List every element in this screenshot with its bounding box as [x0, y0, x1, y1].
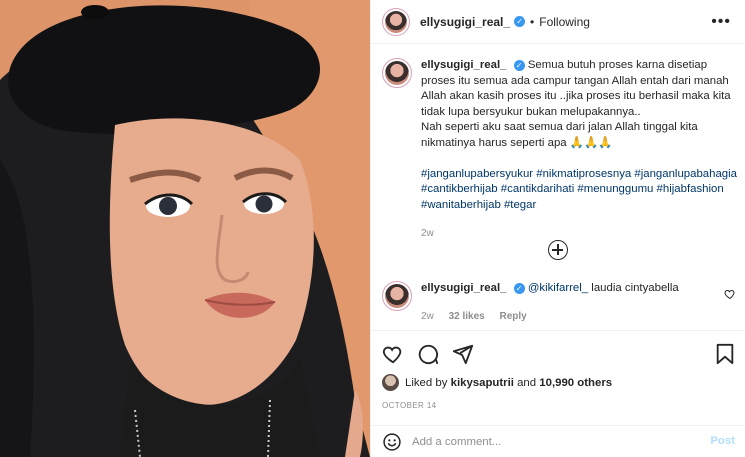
following-button[interactable]: Following: [539, 15, 590, 29]
post-header: ellysugigi_real_ ✓ • Following •••: [371, 0, 745, 44]
comment-mention[interactable]: @kikifarrel_: [528, 282, 588, 294]
portrait-image: [0, 0, 370, 457]
instagram-post: ellysugigi_real_ ✓ • Following ••• ellys…: [0, 0, 745, 457]
comment-line: ellysugigi_real_ ✓ @kikifarrel_ laudia c…: [421, 281, 679, 296]
action-icons: [382, 343, 474, 365]
caption-paragraph-2: Nah seperti aku saat semua dari jalan Al…: [421, 121, 698, 149]
comment-body: ellysugigi_real_ ✓ @kikifarrel_ laudia c…: [421, 281, 679, 324]
comment-avatar[interactable]: [382, 281, 412, 311]
caption-avatar[interactable]: [382, 58, 412, 88]
caption-paragraph-1: ellysugigi_real_ ✓ Semua butuh proses ka…: [421, 58, 737, 120]
bookmark-button[interactable]: [715, 343, 735, 365]
caption: ellysugigi_real_ ✓ Semua butuh proses ka…: [382, 58, 737, 242]
post-actions: Liked by kikysaputrii and 10,990 others …: [371, 330, 745, 425]
comment-text: laudia cintyabella: [588, 282, 679, 294]
likes-middle: and: [517, 376, 537, 389]
add-comment-input[interactable]: [412, 435, 682, 448]
likes-prefix: Liked by: [405, 376, 448, 389]
likes-summary: Liked by kikysaputrii and 10,990 others: [382, 374, 612, 391]
header-username[interactable]: ellysugigi_real_: [420, 15, 510, 29]
verified-icon: ✓: [514, 16, 526, 27]
caption-body: ellysugigi_real_ ✓ Semua butuh proses ka…: [421, 58, 737, 242]
comment-username[interactable]: ellysugigi_real_: [421, 282, 506, 294]
comment: ellysugigi_real_ ✓ @kikifarrel_ laudia c…: [382, 281, 737, 324]
caption-timestamp[interactable]: 2w: [421, 226, 737, 242]
verified-icon: ✓: [513, 60, 525, 71]
emoji-icon[interactable]: [382, 432, 402, 452]
comment-icon[interactable]: [417, 343, 439, 365]
reply-button[interactable]: Reply: [500, 311, 527, 322]
comment-meta: 2w 32 likes Reply: [421, 309, 679, 324]
bookmark-icon[interactable]: [715, 343, 735, 365]
avatar[interactable]: [382, 7, 410, 36]
load-more-icon[interactable]: [548, 240, 568, 260]
caption-username[interactable]: ellysugigi_real_: [421, 59, 506, 71]
liker-username[interactable]: kikysaputrii: [451, 377, 514, 389]
header-separator: •: [530, 14, 535, 29]
more-icon[interactable]: •••: [711, 13, 731, 31]
comment-like-heart-icon[interactable]: [724, 288, 736, 300]
comment-timestamp[interactable]: 2w: [421, 311, 434, 322]
verified-icon: ✓: [513, 283, 525, 294]
post-details-panel: ellysugigi_real_ ✓ • Following ••• ellys…: [370, 0, 745, 457]
liker-avatar[interactable]: [382, 374, 399, 391]
add-comment-bar: Post: [371, 425, 745, 457]
heart-icon[interactable]: [382, 343, 404, 365]
caption-hashtags[interactable]: #janganlupabersyukur #nikmatiprosesnya #…: [421, 167, 737, 214]
share-icon[interactable]: [452, 343, 474, 365]
post-photo[interactable]: [0, 0, 370, 457]
comment-likes[interactable]: 32 likes: [449, 311, 485, 322]
likes-others[interactable]: 10,990 others: [539, 377, 612, 389]
post-date[interactable]: OCTOBER 14: [382, 401, 437, 410]
post-button[interactable]: Post: [710, 435, 735, 447]
